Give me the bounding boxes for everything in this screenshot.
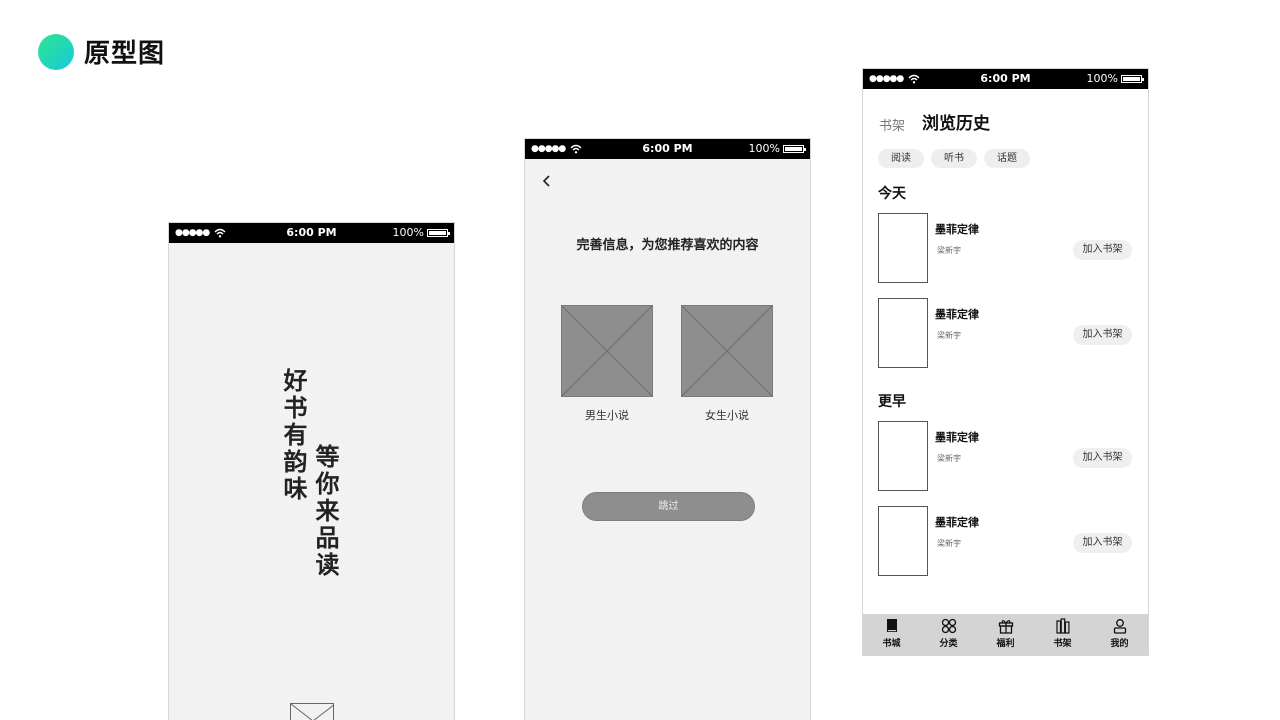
envelope-icon (290, 703, 334, 720)
filter-chip-audiobook[interactable]: 听书 (931, 149, 977, 168)
image-placeholder-icon (562, 306, 652, 396)
battery-icon (783, 144, 806, 153)
add-to-shelf-button[interactable]: 加入书架 (1073, 448, 1132, 468)
title-bullet-icon (38, 33, 74, 70)
tab-label: 书城 (882, 639, 901, 649)
battery-icon (427, 228, 450, 237)
female-novel-option-image[interactable] (681, 305, 773, 397)
slogan-line-2: 等你来品读 (311, 444, 339, 579)
filter-chip-reading[interactable]: 阅读 (878, 149, 924, 168)
slogan-line-1: 好书有韵味 (279, 368, 307, 503)
book-cover[interactable] (878, 213, 928, 283)
preference-screen: ●●●●● 6:00 PM 100% 完善信息，为您推荐喜欢的内容 男生小说 女… (524, 138, 811, 720)
male-novel-label[interactable]: 男生小说 (561, 407, 653, 423)
book-title[interactable]: 墨菲定律 (935, 306, 979, 322)
skip-button[interactable]: 跳过 (582, 492, 755, 521)
book-icon (886, 619, 897, 632)
bookshelf-icon (1055, 618, 1069, 634)
filter-chip-topics[interactable]: 话题 (984, 149, 1030, 168)
battery-indicator: 100% (1086, 72, 1144, 85)
bottom-tab-bar: 书城 分类 福利 书架 我的 (863, 614, 1148, 655)
status-bar: ●●●●● 6:00 PM 100% (863, 69, 1148, 89)
battery-level: 100% (748, 142, 780, 155)
tab-label: 福利 (996, 639, 1015, 649)
add-to-shelf-button[interactable]: 加入书架 (1073, 240, 1132, 260)
image-placeholder-icon (682, 306, 772, 396)
add-to-shelf-button[interactable]: 加入书架 (1073, 325, 1132, 345)
book-title[interactable]: 墨菲定律 (935, 221, 979, 237)
chevron-left-icon (542, 175, 550, 187)
tab-bookshelf-bottom[interactable]: 书架 (1034, 614, 1091, 655)
book-title[interactable]: 墨菲定律 (935, 429, 979, 445)
tab-bookshelf[interactable]: 书架 (879, 115, 905, 134)
book-author: 梁新宇 (937, 454, 961, 463)
list-item[interactable]: 墨菲定律 梁新宇 加入书架 (863, 213, 1148, 283)
preference-prompt: 完善信息，为您推荐喜欢的内容 (576, 238, 759, 253)
battery-level: 100% (392, 226, 424, 239)
list-item[interactable]: 墨菲定律 梁新宇 加入书架 (863, 421, 1148, 491)
tab-profile[interactable]: 我的 (1091, 614, 1148, 655)
book-cover[interactable] (878, 421, 928, 491)
list-item[interactable]: 墨菲定律 梁新宇 加入书架 (863, 506, 1148, 576)
section-heading-earlier: 更早 (878, 394, 906, 410)
slide-header: 原型图 (38, 33, 165, 70)
tab-category[interactable]: 分类 (920, 614, 977, 655)
tab-bookstore[interactable]: 书城 (863, 614, 920, 655)
male-novel-option-image[interactable] (561, 305, 653, 397)
user-icon (1113, 619, 1126, 634)
tab-welfare[interactable]: 福利 (977, 614, 1034, 655)
slide-title: 原型图 (84, 39, 166, 69)
battery-icon (1121, 74, 1144, 83)
book-author: 梁新宇 (937, 246, 961, 255)
book-cover[interactable] (878, 506, 928, 576)
add-to-shelf-button[interactable]: 加入书架 (1073, 533, 1132, 553)
battery-indicator: 100% (748, 142, 806, 155)
book-title[interactable]: 墨菲定律 (935, 514, 979, 530)
battery-level: 100% (1086, 72, 1118, 85)
tab-browse-history[interactable]: 浏览历史 (922, 109, 990, 134)
splash-screen: ●●●●● 6:00 PM 100% 好书有韵味 等你来品读 (168, 222, 455, 720)
tab-label: 分类 (939, 639, 958, 649)
book-cover[interactable] (878, 298, 928, 368)
gift-icon (998, 620, 1013, 634)
section-heading-today: 今天 (878, 186, 906, 202)
status-bar: ●●●●● 6:00 PM 100% (525, 139, 810, 159)
status-bar: ●●●●● 6:00 PM 100% (169, 223, 454, 243)
tab-label: 书架 (1053, 639, 1072, 649)
tab-label: 我的 (1110, 639, 1129, 649)
battery-indicator: 100% (392, 226, 450, 239)
back-button[interactable] (539, 173, 555, 189)
list-item[interactable]: 墨菲定律 梁新宇 加入书架 (863, 298, 1148, 368)
category-icon (941, 618, 956, 634)
history-screen: ●●●●● 6:00 PM 100% 书架 浏览历史 阅读 听书 话题 今天 墨… (862, 68, 1149, 656)
female-novel-label[interactable]: 女生小说 (681, 407, 773, 423)
book-author: 梁新宇 (937, 331, 961, 340)
book-author: 梁新宇 (937, 539, 961, 548)
